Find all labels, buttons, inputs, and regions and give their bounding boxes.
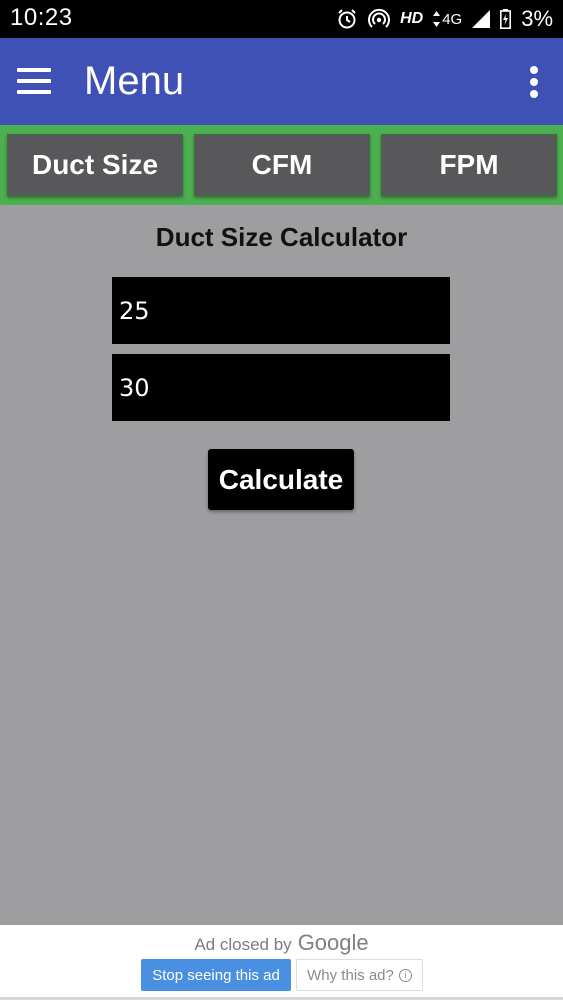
app-bar: Menu xyxy=(0,38,563,125)
tab-duct-size[interactable]: Duct Size xyxy=(7,134,183,196)
ad-closed-text: Ad closed by xyxy=(194,935,292,954)
google-logo: Google xyxy=(297,930,369,955)
hd-label: HD xyxy=(400,10,424,27)
why-this-ad-button[interactable]: Why this ad? i xyxy=(296,959,423,991)
signal-icon xyxy=(472,10,491,28)
ad-closed-notice: Ad closed by Google xyxy=(0,930,563,956)
app-title: Menu xyxy=(84,59,185,103)
overflow-menu-icon[interactable] xyxy=(529,66,539,98)
status-icons: HD 4G 3% xyxy=(336,5,553,33)
why-this-ad-label: Why this ad? xyxy=(307,966,394,984)
battery-percent: 3% xyxy=(521,6,553,31)
dimension-input-2[interactable]: 30 xyxy=(112,354,450,421)
tab-cfm[interactable]: CFM xyxy=(194,134,370,196)
status-time: 10:23 xyxy=(10,4,73,31)
info-icon: i xyxy=(398,968,412,982)
network-type-label: 4G xyxy=(442,10,463,28)
tab-strip: Duct Size CFM FPM xyxy=(0,125,563,205)
calculate-button[interactable]: Calculate xyxy=(208,449,354,510)
ad-banner: Ad closed by Google Stop seeing this ad … xyxy=(0,925,563,1000)
hotspot-icon xyxy=(368,8,391,30)
tab-fpm[interactable]: FPM xyxy=(381,134,557,196)
status-bar: 10:23 HD 4G 3% xyxy=(0,0,563,38)
network-type: 4G xyxy=(433,11,462,28)
battery-icon xyxy=(500,9,512,29)
calculator-title: Duct Size Calculator xyxy=(155,222,408,252)
hamburger-menu-icon[interactable] xyxy=(17,68,53,94)
alarm-icon xyxy=(336,8,358,30)
data-arrows-icon xyxy=(433,11,441,27)
dimension-input-1[interactable]: 25 xyxy=(112,277,450,344)
stop-seeing-ad-button[interactable]: Stop seeing this ad xyxy=(141,959,291,991)
